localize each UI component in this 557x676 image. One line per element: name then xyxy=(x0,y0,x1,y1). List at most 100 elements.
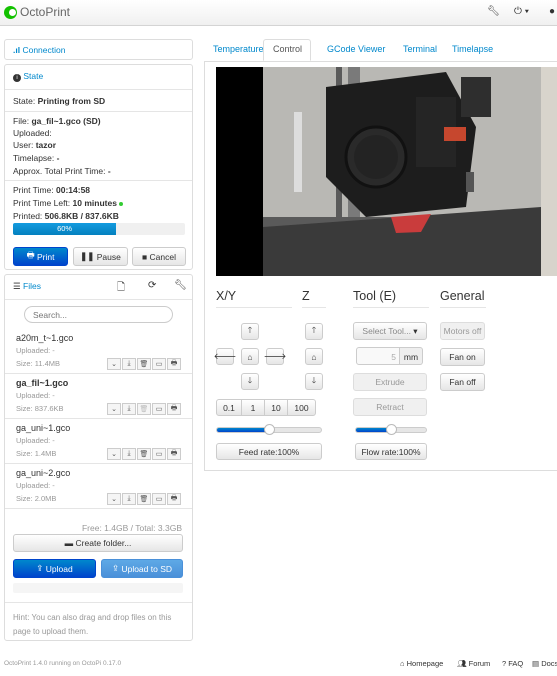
feed-rate-slider[interactable] xyxy=(216,424,322,435)
print-time-line: Print Time: 00:14:58 xyxy=(13,185,90,195)
print-icon[interactable]: 🖶︎ xyxy=(167,358,181,370)
flow-rate-slider[interactable] xyxy=(355,424,427,435)
file-icon[interactable]: 🗋︎ xyxy=(117,280,125,297)
step-size-button[interactable]: 10 xyxy=(264,399,288,416)
jog-z-minus-button[interactable]: 🡓︎ xyxy=(305,373,323,390)
wrench-icon[interactable]: 🔧︎ xyxy=(487,6,500,17)
state-value: Printing from SD xyxy=(37,96,106,106)
step-size-button[interactable]: 0.1 xyxy=(216,399,242,416)
file-size: Size: 2.0MB xyxy=(16,494,57,503)
extrude-button[interactable]: Extrude xyxy=(353,373,427,391)
print-icon[interactable]: 🖶︎ xyxy=(167,493,181,505)
arrow-up-icon: 🡑︎ xyxy=(247,324,253,335)
cancel-button[interactable]: ■ Cancel xyxy=(132,247,186,266)
caret-down-icon: ▾ xyxy=(410,325,418,336)
approx-value: - xyxy=(107,166,111,176)
footer-link-forum[interactable]: 👥︎ Forum xyxy=(457,659,490,668)
tab-temperature[interactable]: Temperature xyxy=(213,44,264,54)
download-icon[interactable]: ⤓ xyxy=(122,448,136,460)
upload-sd-button[interactable]: ⇪ Upload to SD xyxy=(101,559,183,578)
home-z-button[interactable]: ⌂ xyxy=(305,348,323,365)
power-icon[interactable]: ⏻ ▾ xyxy=(514,6,529,17)
flow-rate-button[interactable]: Flow rate:100% xyxy=(355,443,427,460)
chevron-down-icon[interactable]: ⌄ xyxy=(107,403,121,415)
chevron-down-icon[interactable]: ⌄ xyxy=(107,493,121,505)
approx-label: Approx. Total Print Time: xyxy=(13,166,106,176)
motors-off-button[interactable]: Motors off xyxy=(440,322,485,340)
jog-x-minus-button[interactable]: 🡐︎ xyxy=(213,348,237,365)
user-line: User: tazor xyxy=(13,140,56,150)
pause-button[interactable]: ❚❚ Pause xyxy=(73,247,128,266)
print-icon[interactable]: 🖶︎ xyxy=(167,448,181,460)
upload-button[interactable]: ⇪ Upload xyxy=(13,559,96,578)
select-tool-dropdown[interactable]: Select Tool... ▾ xyxy=(353,322,427,340)
approx-time-line: Approx. Total Print Time: - xyxy=(13,166,111,176)
file-label: File: xyxy=(13,116,30,126)
flow-rate-handle[interactable] xyxy=(386,424,397,435)
file-row[interactable]: ga_uni~1.gco Uploaded: - Size: 1.4MB ⌄ ⤓ 🗑︎ ▭ 🖶… xyxy=(5,419,192,464)
home-xy-button[interactable]: ⌂ xyxy=(241,348,259,365)
arrow-left-icon: 🡐︎ xyxy=(213,351,237,361)
file-size: Size: 1.4MB xyxy=(16,449,57,458)
jog-x-plus-button[interactable]: 🡒︎ xyxy=(263,348,287,365)
trash-icon[interactable]: 🗑︎ xyxy=(137,493,151,505)
tab-control[interactable]: Control xyxy=(263,39,312,61)
files-toggle[interactable]: ☰ Files xyxy=(13,281,41,292)
retract-button[interactable]: Retract xyxy=(353,398,427,416)
download-icon[interactable]: ⤓ xyxy=(122,358,136,370)
select-tool-label: Select Tool... xyxy=(362,326,411,336)
download-icon[interactable]: ⤓ xyxy=(122,403,136,415)
file-row[interactable]: ga_uni~2.gco Uploaded: - Size: 2.0MB ⌄ ⤓ 🗑︎ ▭ 🖶… xyxy=(5,464,192,509)
footer-link-faq[interactable]: ? FAQ xyxy=(502,659,523,668)
folder-open-icon[interactable]: ▭ xyxy=(152,448,166,460)
state-toggle[interactable]: i State xyxy=(13,71,43,82)
jog-y-minus-button[interactable]: 🡓︎ xyxy=(241,373,259,390)
search-input[interactable] xyxy=(24,306,173,323)
download-icon[interactable]: ⤓ xyxy=(122,493,136,505)
user-icon[interactable]: ● xyxy=(549,6,555,17)
step-size-button[interactable]: 1 xyxy=(241,399,265,416)
extrude-amount-input[interactable]: 5 xyxy=(356,347,400,365)
file-size: Size: 11.4MB xyxy=(16,359,61,368)
tab-gcode-viewer[interactable]: GCode Viewer xyxy=(327,44,385,54)
footer-link-homepage[interactable]: ⌂ Homepage xyxy=(400,659,443,668)
create-folder-label: Create folder... xyxy=(75,538,132,548)
folder-open-icon[interactable]: ▭ xyxy=(152,493,166,505)
chevron-down-icon[interactable]: ⌄ xyxy=(107,358,121,370)
file-value: ga_fil~1.gco (SD) xyxy=(31,116,101,126)
file-row[interactable]: a20m_t~1.gco Uploaded: - Size: 11.4MB ⌄ ⤓ 🗑︎ ▭… xyxy=(5,329,192,374)
jog-z-plus-button[interactable]: 🡑︎ xyxy=(305,323,323,340)
refresh-icon[interactable]: ⟳ xyxy=(148,280,156,291)
feed-rate-button[interactable]: Feed rate:100% xyxy=(216,443,322,460)
brand[interactable]: OctoPrint xyxy=(4,5,70,19)
chevron-down-icon[interactable]: ⌄ xyxy=(107,448,121,460)
trash-icon[interactable]: 🗑︎ xyxy=(137,358,151,370)
print-icon[interactable]: 🖶︎ xyxy=(167,403,181,415)
create-folder-button[interactable]: ▬ Create folder... xyxy=(13,534,183,552)
feed-rate-handle[interactable] xyxy=(264,424,275,435)
stop-icon: ■ xyxy=(142,251,150,262)
uploaded-line: Uploaded: xyxy=(13,128,52,138)
file-row[interactable]: ga_fil~1.gco Uploaded: - Size: 837.6KB ⌄ ⤓ 🗑︎… xyxy=(5,374,192,419)
webcam-image xyxy=(263,67,557,276)
step-size-button[interactable]: 100 xyxy=(287,399,316,416)
wrench-icon[interactable]: 🔧︎ xyxy=(174,280,187,291)
footer-link-docs[interactable]: ▤ Docs xyxy=(532,659,557,668)
connection-toggle[interactable]: .ıl Connection xyxy=(13,45,65,55)
folder-open-icon[interactable]: ▭ xyxy=(152,358,166,370)
z-heading: Z xyxy=(302,289,310,303)
timelapse-line: Timelapse: - xyxy=(13,153,59,163)
print-button[interactable]: 🖶︎ Print xyxy=(13,247,68,266)
trash-icon[interactable]: 🗑︎ xyxy=(137,403,151,415)
printed-value: 506.8KB / 837.6KB xyxy=(44,211,119,221)
tab-terminal[interactable]: Terminal xyxy=(403,44,437,54)
navbar: OctoPrint 🔧︎ ⏻ ▾ ● xyxy=(0,0,557,26)
trash-icon[interactable]: 🗑︎ xyxy=(137,448,151,460)
tab-timelapse[interactable]: Timelapse xyxy=(452,44,493,54)
print-button-label: Print xyxy=(36,251,55,262)
jog-y-plus-button[interactable]: 🡑︎ xyxy=(241,323,259,340)
fan-on-button[interactable]: Fan on xyxy=(440,348,485,366)
fan-off-button[interactable]: Fan off xyxy=(440,373,485,391)
folder-open-icon[interactable]: ▭ xyxy=(152,403,166,415)
arrow-right-icon: 🡒︎ xyxy=(263,351,287,361)
